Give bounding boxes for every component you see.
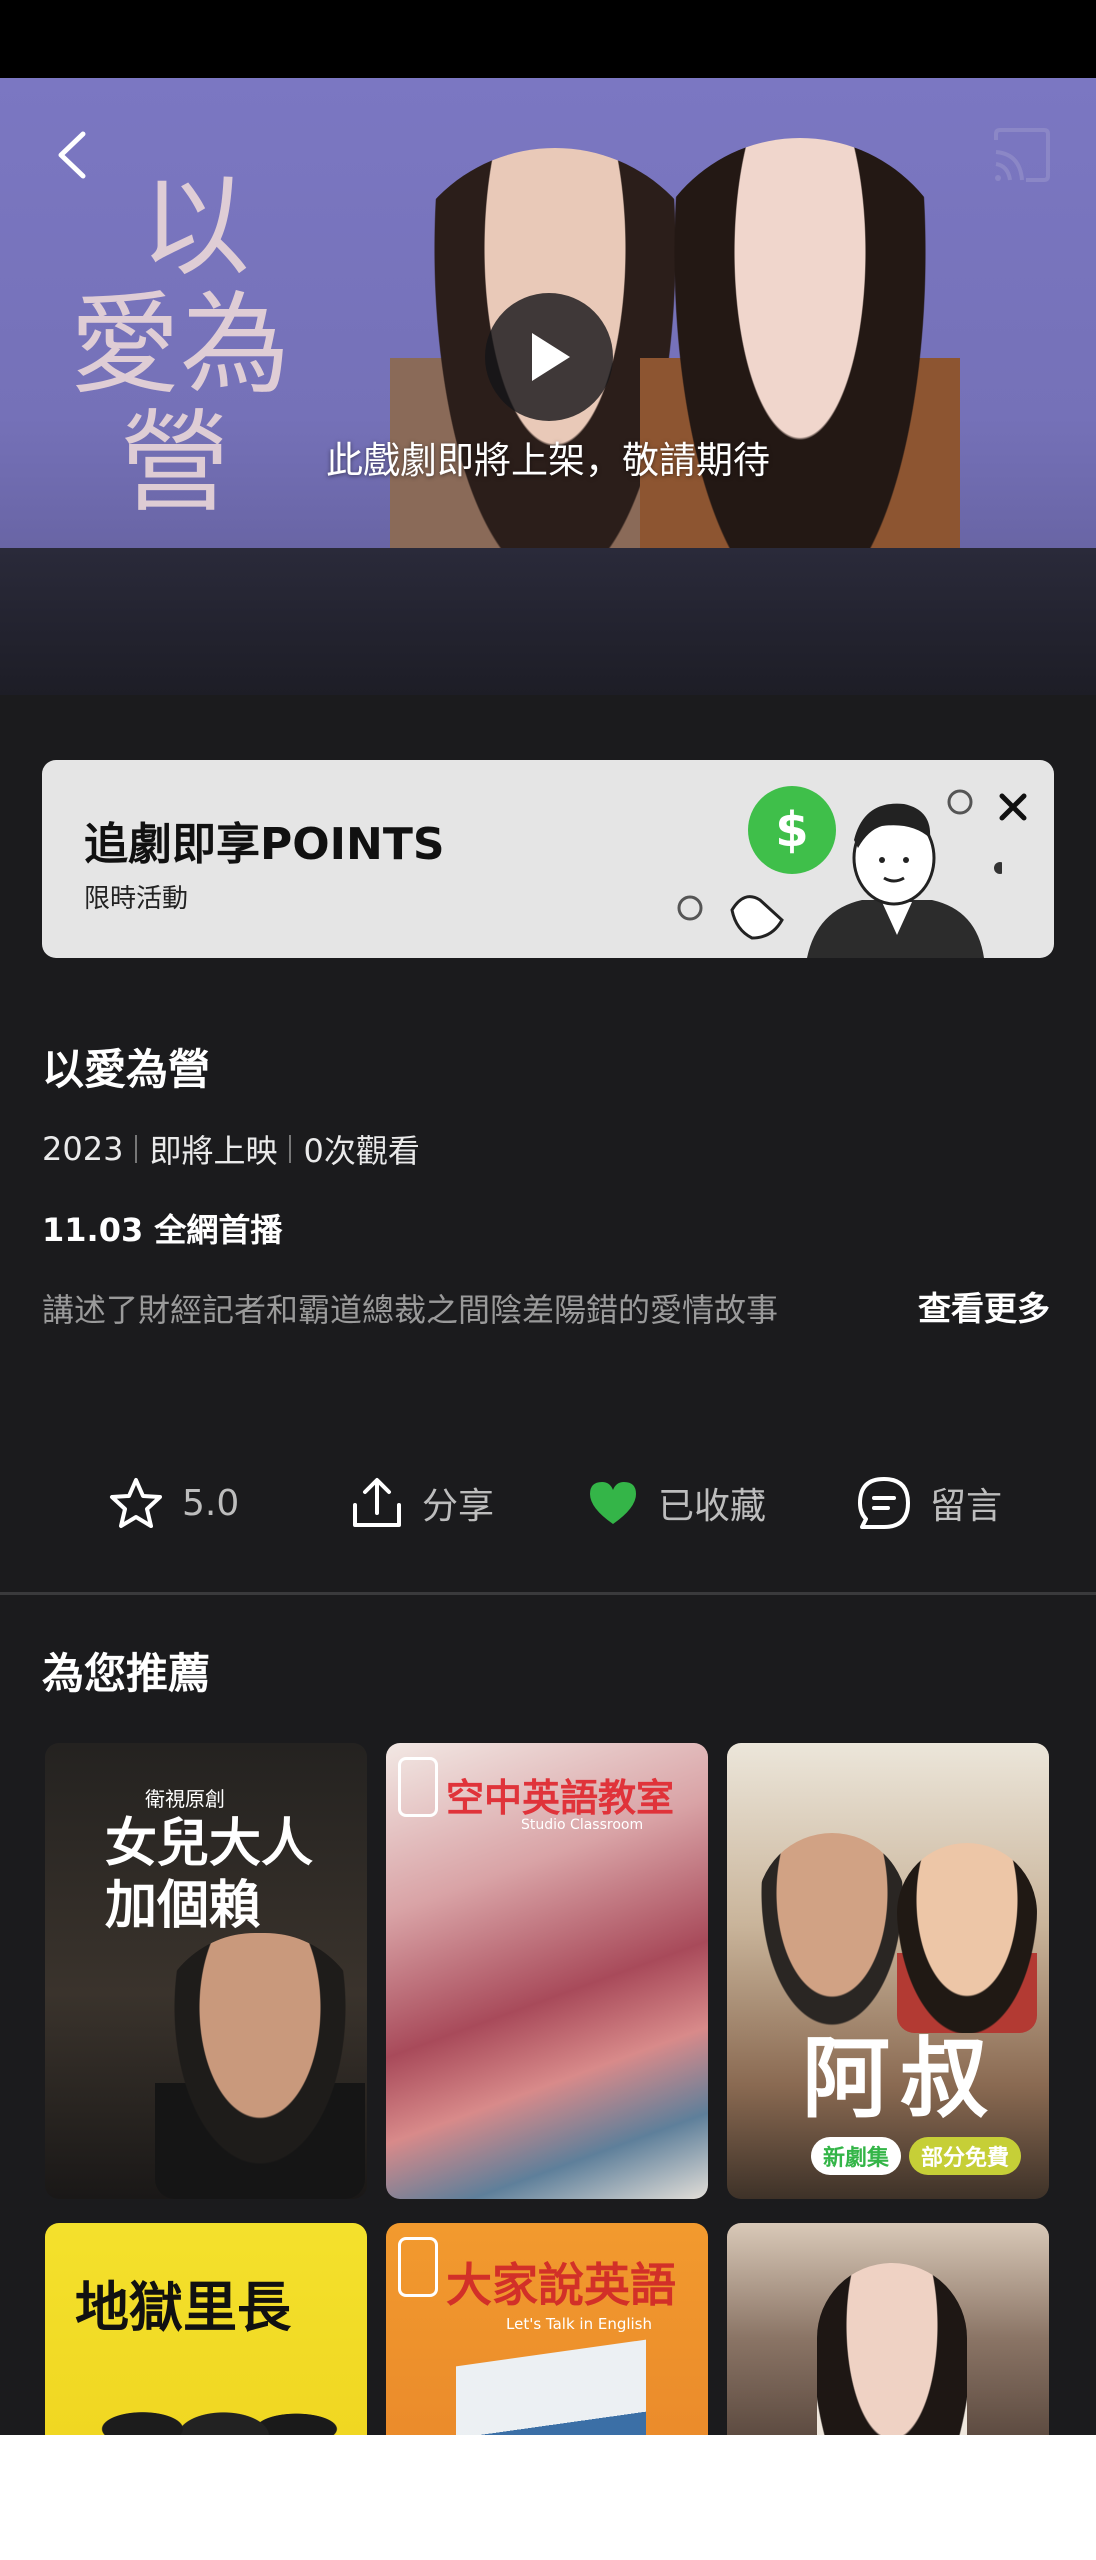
rating-button[interactable]: 5.0 [108, 1468, 239, 1538]
new-episode-badge: 新劇集 [811, 2137, 902, 2175]
poster-subtitle: Let's Talk in English [506, 2315, 653, 2333]
hero-video-player[interactable]: 以 愛為 營 此戲劇即將上架，敬請期待 [0, 78, 1096, 695]
poster-title: 地獄里長 [75, 2275, 291, 2339]
share-label: 分享 [422, 1486, 495, 1527]
rating-value: 5.0 [182, 1482, 240, 1524]
play-icon [532, 333, 570, 381]
poster-people [75, 2373, 345, 2435]
poster-title: 女兒大人加個賴 [105, 1813, 314, 1936]
partially-free-badge: 部分免費 [909, 2137, 1022, 2175]
hero-sofa [0, 548, 1096, 695]
comment-button[interactable]: 留言 [856, 1468, 1002, 1538]
show-status: 即將上映 [149, 1132, 278, 1170]
poster-logo: 衛視原創 [145, 1787, 225, 1811]
back-button[interactable] [40, 118, 104, 192]
section-divider [0, 1592, 1096, 1595]
heart-icon [590, 1482, 636, 1524]
poster-title: 阿叔 [802, 2026, 999, 2130]
promo-close-button[interactable] [988, 782, 1038, 832]
recommendation-card[interactable]: 地獄里長 [45, 2223, 367, 2435]
comment-label: 留言 [930, 1486, 1003, 1527]
cast-button[interactable] [990, 126, 1054, 184]
back-arrow-icon [58, 131, 86, 179]
owl-logo-icon [398, 1757, 438, 1817]
show-synopsis: 講述了財經記者和霸道總裁之間陰差陽錯的愛情故事 [42, 1291, 779, 1329]
poster-portrait [757, 1833, 907, 2033]
poster-bank-illustration [456, 2339, 646, 2435]
play-button[interactable] [485, 293, 613, 421]
bottom-blank-area [0, 2435, 1096, 2560]
show-title: 以愛為營 [42, 1045, 211, 1094]
show-year: 2023 [42, 1130, 124, 1168]
status-bar [0, 0, 1096, 78]
poster-title: 大家說英語 [446, 2258, 676, 2312]
recommendation-card[interactable]: 衛視原創 女兒大人加個賴 [45, 1743, 367, 2199]
poster-subtitle: Studio Classroom [521, 1817, 644, 1833]
poster-portrait [817, 2263, 967, 2435]
promo-illustration: $ [677, 786, 1002, 958]
coming-soon-text: 此戲劇即將上架，敬請期待 [326, 439, 770, 482]
hero-title-art: 以 愛為 營 [70, 168, 330, 568]
share-button[interactable]: 分享 [350, 1468, 494, 1538]
premiere-date: 11.03 全網首播 [42, 1211, 283, 1249]
recommendation-card[interactable]: 長月 [727, 2223, 1049, 2435]
title-art-line-2: 愛為 [70, 281, 290, 409]
promo-title: 追劇即享POINTS [84, 819, 445, 870]
poster-portrait [897, 1843, 1037, 2033]
recommendation-card[interactable]: 大家說英語 Let's Talk in English [386, 2223, 708, 2435]
show-view-count: 0次觀看 [303, 1132, 420, 1170]
cast-icon [994, 128, 1050, 182]
action-bar: 5.0 分享 已收藏 留言 [0, 1468, 1096, 1538]
favorite-button[interactable]: 已收藏 [586, 1468, 766, 1538]
recommendation-card[interactable]: 阿叔 新劇集 部分免費 [727, 1743, 1049, 2199]
close-icon [999, 793, 1027, 821]
meta-separator [289, 1135, 292, 1163]
owl-logo-icon [398, 2237, 438, 2297]
meta-separator [135, 1135, 138, 1163]
see-more-button[interactable]: 查看更多 [918, 1282, 1050, 1330]
recommendations-title: 為您推薦 [42, 1649, 211, 1698]
title-art-line-1: 以 [140, 163, 250, 291]
points-promo-banner[interactable]: 追劇即享POINTS 限時活動 $ [42, 760, 1054, 958]
favorite-label: 已收藏 [658, 1486, 767, 1527]
recommendation-card[interactable]: 空中英語教室 Studio Classroom [386, 1743, 708, 2199]
app-screen: 以 愛為 營 此戲劇即將上架，敬請期待 追劇即享POINTS 限時活動 $ 以愛… [0, 78, 1096, 2435]
show-meta-row: 2023 即將上映 0次觀看 [42, 1126, 420, 1172]
share-icon [353, 1478, 401, 1527]
star-icon [110, 1478, 162, 1528]
comment-icon [858, 1477, 910, 1529]
coin-symbol: $ [775, 802, 808, 858]
poster-title: 空中英語教室 [446, 1776, 675, 1820]
promo-subtitle: 限時活動 [84, 884, 189, 914]
poster-portrait [155, 1933, 365, 2199]
